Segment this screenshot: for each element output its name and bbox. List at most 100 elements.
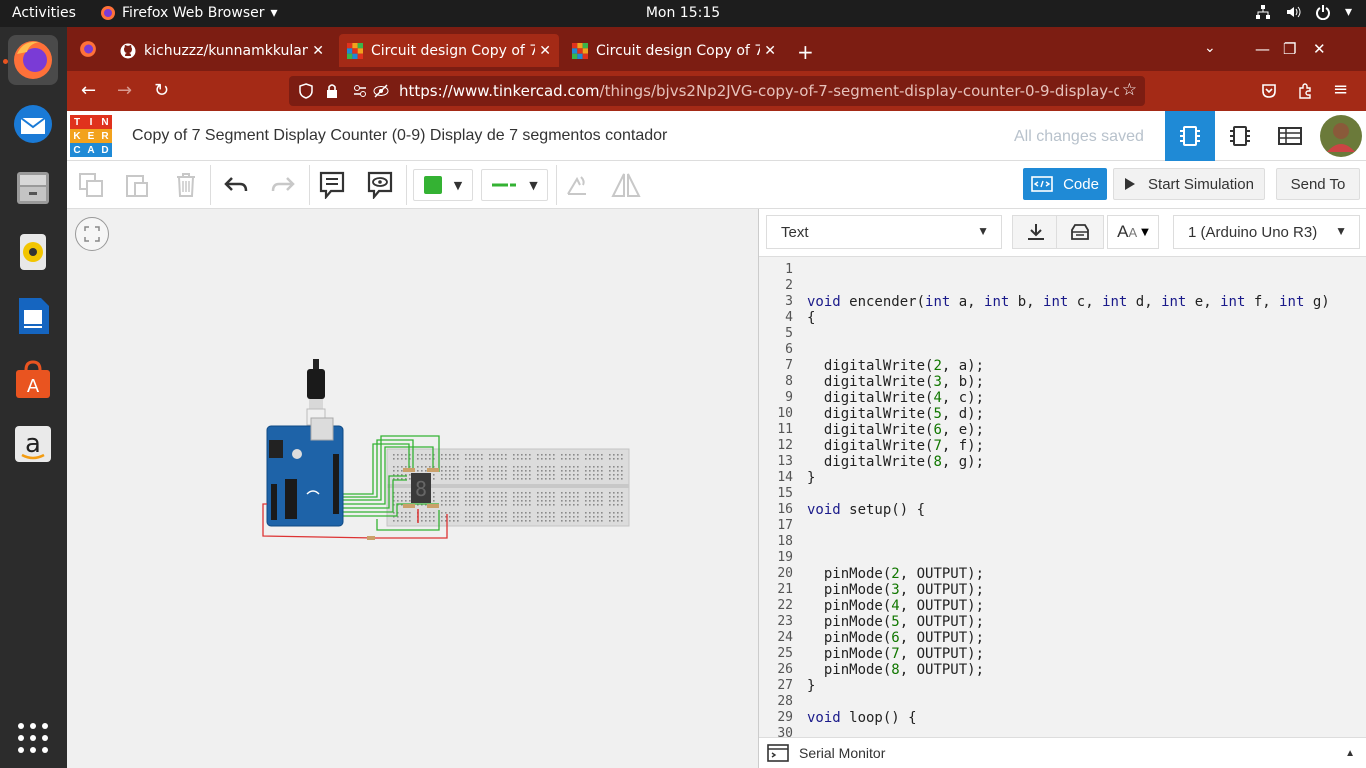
- code-line[interactable]: void loop() {: [807, 710, 917, 726]
- code-line[interactable]: pinMode(6, OUTPUT);: [807, 630, 984, 646]
- shield-icon[interactable]: [299, 83, 313, 99]
- redo-button[interactable]: [266, 169, 300, 201]
- files-icon[interactable]: [8, 163, 58, 213]
- system-tray[interactable]: ▾: [1255, 4, 1352, 20]
- menu-icon[interactable]: ≡: [1333, 79, 1348, 100]
- forward-button[interactable]: →: [117, 80, 132, 101]
- close-window-button[interactable]: ✕: [1313, 40, 1326, 58]
- app-menu[interactable]: Firefox Web Browser ▾: [100, 5, 278, 21]
- list-all-tabs-button[interactable]: ⌄: [1204, 40, 1216, 56]
- lock-icon[interactable]: [325, 83, 339, 99]
- flip-button[interactable]: [609, 169, 643, 201]
- code-line[interactable]: }: [807, 470, 815, 486]
- notes-visibility-button[interactable]: [363, 169, 397, 201]
- close-icon[interactable]: ✕: [312, 43, 324, 59]
- code-line[interactable]: digitalWrite(3, b);: [807, 374, 984, 390]
- software-icon[interactable]: A: [8, 355, 58, 405]
- tab-circuit-design[interactable]: Circuit design Copy of 7 S ✕: [564, 34, 784, 67]
- code-line[interactable]: void setup() {: [807, 502, 925, 518]
- code-line[interactable]: {: [807, 310, 815, 326]
- wire-type-picker[interactable]: ▼: [481, 169, 548, 201]
- rotate-button[interactable]: [560, 169, 594, 201]
- writer-icon[interactable]: [8, 291, 58, 341]
- app-grid-icon[interactable]: [8, 713, 58, 763]
- start-simulation-button[interactable]: Start Simulation: [1113, 168, 1265, 200]
- font-size-button[interactable]: AA ▼: [1107, 215, 1159, 249]
- delete-button[interactable]: [169, 169, 203, 201]
- code-line[interactable]: pinMode(5, OUTPUT);: [807, 614, 984, 630]
- pocket-icon[interactable]: [1261, 83, 1277, 99]
- url-text[interactable]: https://www.tinkercad.com/things/bjvs2Np…: [399, 82, 1119, 100]
- reload-button[interactable]: ↻: [154, 80, 169, 101]
- paste-button[interactable]: [120, 169, 154, 201]
- url-bar[interactable]: https://www.tinkercad.com/things/bjvs2Np…: [289, 76, 1145, 106]
- code-button[interactable]: Code: [1023, 168, 1107, 200]
- chevron-up-icon[interactable]: ▲: [1345, 748, 1355, 759]
- tab-circuit-design-active[interactable]: Circuit design Copy of 7 S ✕: [339, 34, 559, 67]
- permissions-icon[interactable]: [353, 84, 367, 98]
- tab-bar: kichuzzz/kunnamkkulam.. ✕ Circuit design…: [67, 27, 1366, 71]
- zoom-to-fit-button[interactable]: [75, 217, 109, 251]
- libraries-button[interactable]: [1056, 215, 1104, 249]
- clock[interactable]: Mon 15:15: [646, 5, 720, 21]
- logo-letter: K: [70, 129, 84, 143]
- code-line[interactable]: digitalWrite(2, a);: [807, 358, 984, 374]
- bookmark-star-icon[interactable]: ☆: [1122, 80, 1137, 100]
- code-line[interactable]: digitalWrite(4, c);: [807, 390, 984, 406]
- maximize-button[interactable]: ❐: [1283, 40, 1296, 58]
- tinkercad-logo[interactable]: T I N K E R C A D: [70, 115, 112, 157]
- url-path: /things/bjvs2Np2JVG-copy-of-7-segment-di…: [599, 82, 1119, 100]
- arduino-uno[interactable]: [266, 417, 344, 527]
- logo-letter: C: [70, 143, 84, 157]
- tab-github[interactable]: kichuzzz/kunnamkkulam.. ✕: [112, 34, 332, 67]
- line-number: 29: [777, 710, 793, 725]
- device-select[interactable]: 1 (Arduino Uno R3) ▼: [1173, 215, 1360, 249]
- firefox-icon[interactable]: [8, 35, 58, 85]
- thunderbird-icon[interactable]: [8, 99, 58, 149]
- line-number: 15: [777, 486, 793, 501]
- code-line[interactable]: digitalWrite(7, f);: [807, 438, 984, 454]
- download-code-button[interactable]: [1012, 215, 1060, 249]
- code-line[interactable]: pinMode(4, OUTPUT);: [807, 598, 984, 614]
- line-number: 22: [777, 598, 793, 613]
- activities-button[interactable]: Activities: [12, 5, 76, 21]
- circuit-diagram[interactable]: 8: [257, 354, 637, 554]
- schematic-view-button[interactable]: [1215, 111, 1265, 161]
- amazon-icon[interactable]: a: [8, 419, 58, 469]
- code-line[interactable]: pinMode(2, OUTPUT);: [807, 566, 984, 582]
- back-button[interactable]: ←: [81, 80, 96, 101]
- code-editor[interactable]: 1 2 3 4 5 6 7 8 9 10 11 12 13 14 15 16 17 18 19 20 21 22 23 24 2…: [759, 257, 1366, 737]
- serial-monitor-bar[interactable]: Serial Monitor ▲: [759, 737, 1366, 768]
- copy-button[interactable]: [74, 169, 108, 201]
- firefox-view-icon[interactable]: [79, 40, 97, 58]
- code-line[interactable]: digitalWrite(8, g);: [807, 454, 984, 470]
- code-line[interactable]: pinMode(7, OUTPUT);: [807, 646, 984, 662]
- notes-button[interactable]: [315, 169, 349, 201]
- close-icon[interactable]: ✕: [539, 43, 551, 59]
- design-title[interactable]: Copy of 7 Segment Display Counter (0-9) …: [132, 127, 667, 145]
- circuit-view-button[interactable]: [1165, 111, 1215, 161]
- usb-cable[interactable]: [306, 359, 326, 426]
- code-line[interactable]: digitalWrite(6, e);: [807, 422, 984, 438]
- wire-color-picker[interactable]: ▼: [413, 169, 473, 201]
- tracking-protection-icon[interactable]: [373, 84, 389, 98]
- circuit-canvas[interactable]: 8: [67, 209, 758, 768]
- code-line[interactable]: }: [807, 678, 815, 694]
- code-line[interactable]: void encender(int a, int b, int c, int d…: [807, 294, 1330, 310]
- component-list-button[interactable]: [1265, 111, 1315, 161]
- close-icon[interactable]: ✕: [764, 43, 776, 59]
- editor-toolbar: ▼ ▼ Code Start Simulation Send To: [67, 161, 1366, 209]
- minimize-button[interactable]: —: [1255, 40, 1270, 58]
- extensions-icon[interactable]: [1297, 83, 1313, 99]
- new-tab-button[interactable]: +: [797, 40, 814, 64]
- code-mode-select[interactable]: Text ▼: [766, 215, 1002, 249]
- undo-button[interactable]: [219, 169, 253, 201]
- avatar[interactable]: [1316, 111, 1366, 161]
- line-number: 19: [777, 550, 793, 565]
- rhythmbox-icon[interactable]: [8, 227, 58, 277]
- line-number: 4: [785, 310, 793, 325]
- code-line[interactable]: pinMode(8, OUTPUT);: [807, 662, 984, 678]
- code-line[interactable]: digitalWrite(5, d);: [807, 406, 984, 422]
- send-to-button[interactable]: Send To: [1276, 168, 1360, 200]
- code-line[interactable]: pinMode(3, OUTPUT);: [807, 582, 984, 598]
